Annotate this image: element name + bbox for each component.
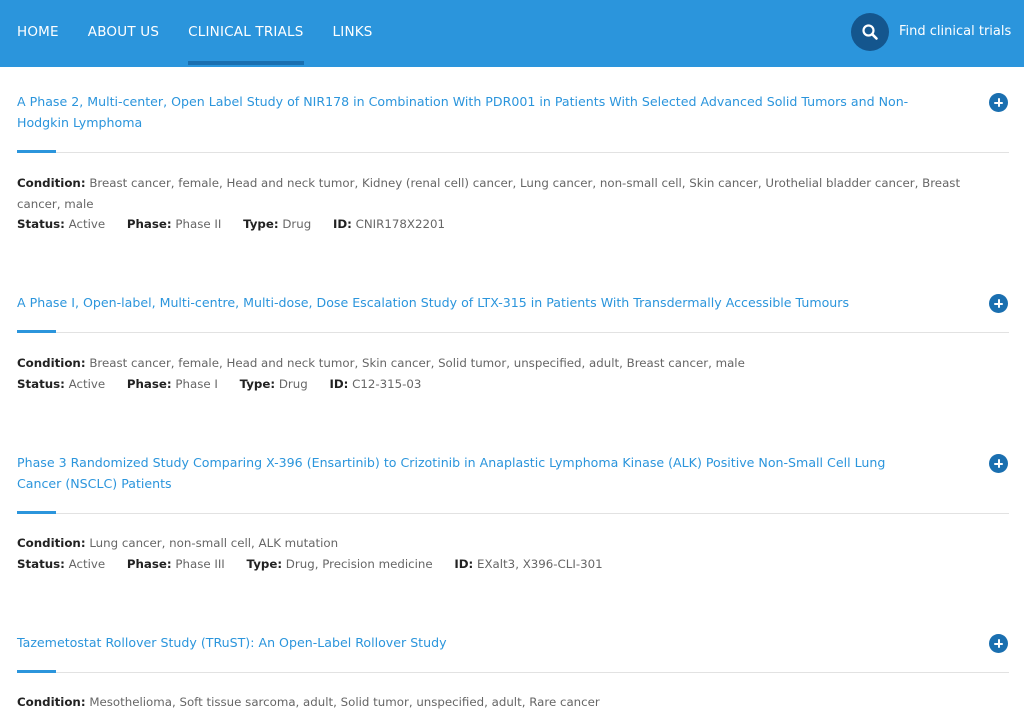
trial-divider [17, 152, 1009, 153]
phase-value: Phase II [175, 217, 222, 231]
trial-condition: Condition: Lung cancer, non-small cell, … [17, 533, 992, 554]
trial-accent-bar [17, 511, 56, 514]
expand-plus-icon[interactable] [989, 93, 1008, 112]
trial-condition: Condition: Breast cancer, female, Head a… [17, 173, 992, 215]
trial-title-link[interactable]: Phase 3 Randomized Study Comparing X-396… [17, 452, 932, 494]
trial-title-link[interactable]: A Phase 2, Multi-center, Open Label Stud… [17, 91, 932, 133]
status-label: Status: [17, 377, 65, 391]
expand-plus-icon[interactable] [989, 634, 1008, 653]
nav-home[interactable]: HOME [17, 0, 59, 67]
expand-plus-icon[interactable] [989, 454, 1008, 473]
type-label: Type: [239, 377, 276, 391]
status-label: Status: [17, 217, 65, 231]
trial-condition: Condition: Mesothelioma, Soft tissue sar… [17, 692, 992, 713]
expand-plus-icon[interactable] [989, 294, 1008, 313]
top-navbar: HOME ABOUT US CLINICAL TRIALS LINKS Find… [0, 0, 1024, 67]
trial-title-link[interactable]: Tazemetostat Rollover Study (TRuST): An … [17, 632, 932, 653]
trial-accent-bar [17, 150, 56, 153]
condition-label: Condition: [17, 695, 86, 709]
type-label: Type: [243, 217, 279, 231]
phase-label: Phase: [126, 217, 172, 231]
trial-accent-bar [17, 330, 56, 333]
condition-label: Condition: [17, 536, 86, 550]
search-button[interactable] [851, 13, 889, 51]
trial-meta: Status: Active Phase: Phase III Type: Dr… [17, 554, 621, 575]
id-label: ID: [329, 377, 349, 391]
condition-value: Breast cancer, female, Head and neck tum… [89, 356, 745, 370]
condition-value: Mesothelioma, Soft tissue sarcoma, adult… [89, 695, 600, 709]
trial-condition: Condition: Breast cancer, female, Head a… [17, 353, 992, 374]
id-value: EXalt3, X396-CLI-301 [477, 557, 603, 571]
condition-label: Condition: [17, 176, 86, 190]
id-value: CNIR178X2201 [355, 217, 445, 231]
condition-value: Lung cancer, non-small cell, ALK mutatio… [89, 536, 339, 550]
nav-clinical-trials[interactable]: CLINICAL TRIALS [188, 0, 304, 67]
search-icon [862, 24, 878, 40]
trial-divider [17, 513, 1009, 514]
phase-label: Phase: [126, 557, 172, 571]
phase-label: Phase: [126, 377, 172, 391]
phase-value: Phase I [175, 377, 218, 391]
status-label: Status: [17, 557, 65, 571]
id-label: ID: [454, 557, 474, 571]
condition-label: Condition: [17, 356, 86, 370]
id-value: C12-315-03 [352, 377, 422, 391]
id-label: ID: [332, 217, 352, 231]
find-clinical-trials-link[interactable]: Find clinical trials [899, 0, 1011, 67]
nav-links[interactable]: LINKS [333, 0, 373, 67]
type-value: Drug [282, 217, 312, 231]
phase-value: Phase III [175, 557, 225, 571]
trial-accent-bar [17, 670, 56, 673]
status-value: Active [68, 377, 106, 391]
nav-about-us[interactable]: ABOUT US [88, 0, 159, 67]
trial-meta: Status: Active Phase: Phase I Type: Drug… [17, 374, 439, 395]
type-value: Drug, Precision medicine [285, 557, 433, 571]
condition-value: Breast cancer, female, Head and neck tum… [17, 176, 961, 211]
type-label: Type: [246, 557, 283, 571]
type-value: Drug [278, 377, 308, 391]
status-value: Active [68, 557, 106, 571]
nav-menu: HOME ABOUT US CLINICAL TRIALS LINKS [17, 0, 402, 67]
status-value: Active [68, 217, 106, 231]
trial-meta: Status: Active Phase: Phase II Type: Dru… [17, 214, 463, 235]
trial-divider [17, 332, 1009, 333]
trial-divider [17, 672, 1009, 673]
trial-title-link[interactable]: A Phase I, Open-label, Multi-centre, Mul… [17, 292, 932, 313]
